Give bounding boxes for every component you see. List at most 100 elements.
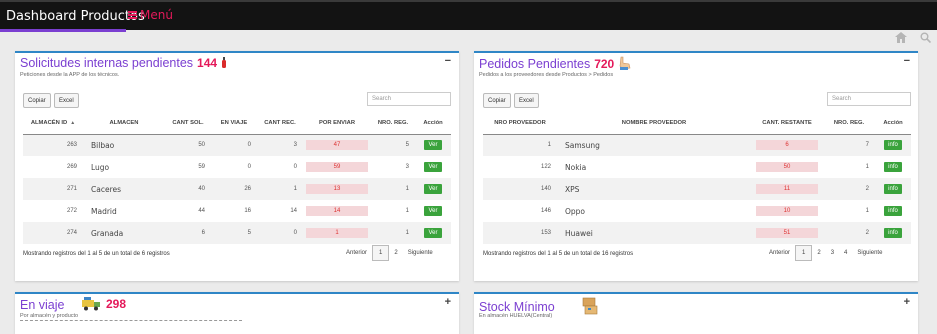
panel-title-text: En viaje [20,297,65,312]
ver-button[interactable]: Ver [424,228,442,238]
cell-nombre: XPS [557,178,751,200]
expand-button[interactable]: + [904,296,910,308]
table-row: 274 Granada 6 5 0 1 1 Ver [23,222,451,244]
cell-en-viaje: 16 [211,200,257,222]
col-nro-proveedor[interactable]: NRO PROVEEDOR [483,112,557,135]
pager-prev[interactable]: Anterior [764,250,795,256]
home-icon[interactable] [895,32,907,46]
table-info: Mostrando registros del 1 al 5 de un tot… [483,251,634,257]
info-button[interactable]: info [884,184,902,194]
pagination: Anterior 1 2 Siguiente [341,245,438,261]
cell-nombre: Huawei [557,222,751,244]
col-nro-reg[interactable]: NRO. REG. [823,112,875,135]
col-nombre-proveedor[interactable]: NOMBRE PROVEEDOR [557,112,751,135]
ver-button[interactable]: Ver [424,206,442,216]
panel-title-text: Solicitudes internas pendientes [20,56,194,70]
table-row: 272 Madrid 44 16 14 14 1 Ver [23,200,451,222]
collapse-button[interactable]: − [904,55,910,67]
search-input[interactable]: Search [827,92,911,106]
pager-page[interactable]: 1 [372,245,390,261]
cell-por-enviar: 13 [303,178,371,200]
excel-button[interactable]: Excel [54,93,79,108]
excel-button[interactable]: Excel [514,93,539,108]
collapse-button[interactable]: − [445,55,451,67]
col-accion: Acción [415,112,451,135]
table-row: 146 Oppo 10 1 info [483,200,911,222]
search-input[interactable]: Search [367,92,451,106]
cell-almacen: Caceres [83,178,165,200]
cell-nro: 153 [483,222,557,244]
cell-id: 274 [23,222,83,244]
cell-nro-reg: 2 [823,178,875,200]
cell-cant-sol: 50 [165,134,211,156]
panel-title: Solicitudes internas pendientes 144 [20,56,227,71]
ver-button[interactable]: Ver [424,162,442,172]
hamburger-icon [128,11,137,19]
internal-requests-panel: Solicitudes internas pendientes 144 Petic… [15,51,459,281]
panel-title-text: Stock Mínimo [479,299,555,314]
cell-id: 272 [23,200,83,222]
col-cant-restante[interactable]: CANT. RESTANTE [751,112,823,135]
cell-nro-reg: 3 [371,156,415,178]
pager-next[interactable]: Siguiente [403,250,438,256]
panel-title: En viaje 298 [20,297,126,314]
top-navbar: Dashboard Productos Menú [0,0,937,32]
pending-orders-panel: Pedidos Pendientes 720 Pedidos a los prov… [474,51,918,281]
panel-subtitle: Peticiones desde la APP de los técnicos. [20,72,120,78]
cell-nro-reg: 1 [823,156,875,178]
copy-button[interactable]: Copiar [23,93,51,108]
table-row: 269 Lugo 59 0 0 59 3 Ver [23,156,451,178]
col-cant-rec[interactable]: CANT REC. [257,112,303,135]
fire-extinguisher-icon [221,56,227,71]
cell-nro-reg: 2 [823,222,875,244]
col-por-enviar[interactable]: POR ENVIAR [303,112,371,135]
copy-button[interactable]: Copiar [483,93,511,108]
cell-accion: info [875,222,911,244]
col-accion: Acción [875,112,911,135]
cell-nro-reg: 1 [371,222,415,244]
info-button[interactable]: info [884,162,902,172]
expand-button[interactable]: + [445,296,451,308]
search-icon[interactable] [920,32,932,46]
cell-accion: info [875,156,911,178]
cell-nro: 122 [483,156,557,178]
info-button[interactable]: info [884,140,902,151]
info-button[interactable]: info [884,206,902,216]
pager-page[interactable]: 1 [795,245,813,261]
col-cant-sol[interactable]: CANT SOL. [165,112,211,135]
cell-accion: info [875,134,911,156]
ver-button[interactable]: Ver [424,184,442,194]
cell-nombre: Oppo [557,200,751,222]
cell-por-enviar: 1 [303,222,371,244]
pager-page[interactable]: 3 [826,250,839,256]
por-enviar-badge: 13 [306,184,368,194]
por-enviar-badge: 59 [306,162,368,172]
cell-almacen: Granada [83,222,165,244]
cell-restante: 50 [751,156,823,178]
pager-next[interactable]: Siguiente [852,250,887,256]
pager-prev[interactable]: Anterior [341,250,372,256]
col-en-viaje[interactable]: EN VIAJE [211,112,257,135]
table-row: 140 XPS 11 2 info [483,178,911,200]
requests-table: ALMACÉN ID ▲ ALMACEN CANT SOL. EN VIAJE C… [23,112,451,244]
cell-restante: 51 [751,222,823,244]
cell-accion: Ver [415,178,451,200]
col-almacen-id[interactable]: ALMACÉN ID ▲ [23,112,83,135]
info-button[interactable]: info [884,228,902,238]
cell-almacen: Madrid [83,200,165,222]
pager-page[interactable]: 4 [839,250,852,256]
panel-subtitle: En almacén HUELVA(Central) [479,313,553,319]
col-almacen[interactable]: ALMACEN [83,112,165,135]
pager-page[interactable]: 2 [389,250,402,256]
cell-almacen: Bilbao [83,134,165,156]
ver-button[interactable]: Ver [424,140,442,151]
cell-cant-rec: 0 [257,222,303,244]
brand-title[interactable]: Dashboard Productos [6,9,145,24]
col-nro-reg[interactable]: NRO. REG. [371,112,415,135]
cell-cant-sol: 6 [165,222,211,244]
menu-button[interactable]: Menú [128,8,173,22]
por-enviar-badge: 47 [306,140,368,151]
pager-page[interactable]: 2 [812,250,825,256]
cell-nombre: Samsung [557,134,751,156]
cell-nro-reg: 1 [371,178,415,200]
